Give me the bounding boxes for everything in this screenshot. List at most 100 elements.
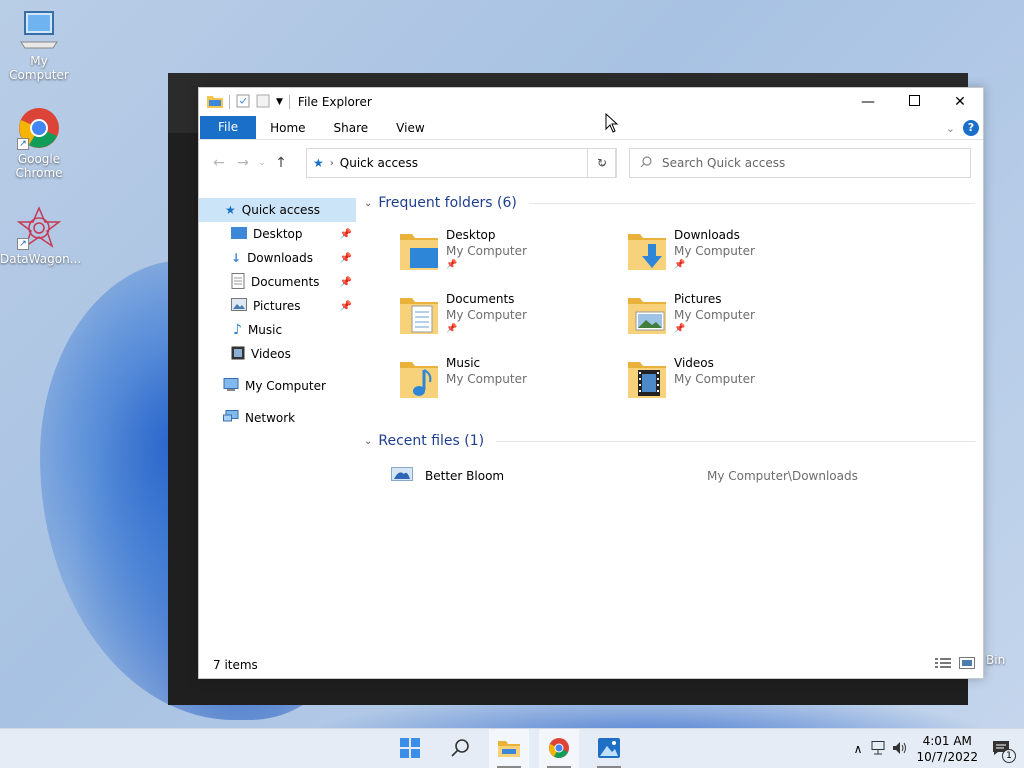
desktop-icon-label: DataWagon... [0,252,82,266]
downloads-folder-icon [626,228,668,272]
videos-folder-icon [626,356,668,400]
pin-icon: 📌 [339,276,352,288]
recent-locations-chevron-icon[interactable]: ⌄ [255,158,269,168]
collapse-chevron-icon[interactable]: ⌄ [364,198,372,209]
breadcrumb-location[interactable]: Quick access [340,156,418,170]
sidebar-item-quick-access[interactable]: ★ Quick access [199,198,356,222]
taskbar: ∧ 4:01 AM 10/7/2022 1 [0,728,1024,768]
notification-center-button[interactable]: 1 [992,740,1016,763]
maximize-button[interactable] [891,88,937,116]
taskbar-chrome[interactable] [539,729,579,768]
pictures-folder-icon [626,292,668,336]
desktop-icon [231,226,247,242]
address-bar[interactable]: ★ › Quick access ⌄ [306,148,616,178]
refresh-icon: ↻ [596,156,608,170]
refresh-button[interactable]: ↻ [587,148,617,178]
sidebar-item-music[interactable]: ♪ Music [199,318,356,342]
sidebar-item-videos[interactable]: Videos [199,342,356,366]
title-bar[interactable]: ▼ File Explorer — ✕ [199,88,983,116]
pin-icon: 📌 [674,260,686,270]
tab-home[interactable]: Home [256,117,319,139]
content-pane: ⌄ Frequent folders (6) Desktop My Compute… [364,192,975,485]
search-taskbar-button[interactable] [440,729,480,768]
minimize-button[interactable]: — [845,88,891,116]
back-arrow-icon[interactable]: ← [207,155,231,171]
shortcut-arrow-icon: ↗ [17,238,29,250]
recent-file-name: Better Bloom [425,468,505,483]
notification-count-badge: 1 [1002,748,1016,763]
properties-icon[interactable] [236,94,250,111]
recycle-bin-label[interactable]: Bin [986,653,1005,667]
network-status-icon[interactable] [870,740,886,758]
sidebar-item-label: Pictures [253,299,301,313]
recent-files-header[interactable]: ⌄ Recent files (1) [364,430,975,452]
pin-icon: 📌 [446,324,458,334]
folder-name: Videos [674,356,714,370]
large-icons-view-icon[interactable] [959,657,975,672]
quick-access-toolbar: ▼ [199,94,290,111]
desktop-icon-datawagon[interactable]: ↗ DataWagon... [0,206,82,266]
maximize-icon [908,94,920,110]
search-box[interactable]: Search Quick access [629,148,971,178]
sidebar-item-label: Desktop [253,227,303,241]
sidebar-item-my-computer[interactable]: My Computer [199,374,356,398]
folder-tile-pictures[interactable]: Pictures My Computer 📌 [626,292,854,342]
film-icon [231,346,245,363]
group-divider [528,202,975,204]
sidebar-item-documents[interactable]: Documents 📌 [199,270,356,294]
tab-view[interactable]: View [382,117,438,139]
show-hidden-icons-chevron-icon[interactable]: ∧ [854,742,863,756]
collapse-chevron-icon[interactable]: ⌄ [364,436,372,447]
folder-tile-videos[interactable]: Videos My Computer [626,356,854,406]
search-icon [451,738,469,760]
start-button[interactable] [390,729,430,768]
customize-toolbar-chevron-icon[interactable]: ▼ [276,97,283,107]
sidebar-item-pictures[interactable]: Pictures 📌 [199,294,356,318]
status-item-count: 7 items [213,658,258,672]
up-arrow-icon[interactable]: ↑ [269,155,293,171]
help-icon[interactable]: ? [963,120,979,136]
folder-tile-downloads[interactable]: Downloads My Computer 📌 [626,228,854,278]
frequent-folders-header[interactable]: ⌄ Frequent folders (6) [364,192,975,214]
sidebar-item-label: Network [245,411,296,425]
toolbar-separator [229,95,230,109]
list-item[interactable]: Better Bloom My Computer\Downloads [364,452,975,485]
folder-tile-documents[interactable]: Documents My Computer 📌 [398,292,626,342]
folder-tile-music[interactable]: Music My Computer [398,356,626,406]
pin-icon: 📌 [339,228,352,240]
pin-icon: 📌 [446,260,458,270]
sidebar-item-label: My Computer [245,379,326,393]
navigation-bar: ← → ⌄ ↑ ★ › Quick access ⌄ ↻ Search Quic… [199,140,983,186]
details-view-icon[interactable] [935,657,951,672]
folder-name: Documents [446,292,515,306]
desktop-icon-my-computer[interactable]: My Computer [0,8,78,82]
forward-arrow-icon[interactable]: → [231,155,255,171]
volume-icon[interactable] [892,741,908,758]
sidebar-item-downloads[interactable]: ↓ Downloads 📌 [199,246,356,270]
navigation-pane: ★ Quick access Desktop 📌 ↓ Downloads 📌 D… [199,198,356,430]
sidebar-item-network[interactable]: Network [199,406,356,430]
picture-icon [231,298,247,314]
taskbar-photos[interactable] [589,729,629,768]
folder-name: Pictures [674,292,722,306]
network-icon [223,409,239,427]
desktop-icon-chrome[interactable]: ↗ Google Chrome [0,106,78,180]
tab-share[interactable]: Share [320,117,383,139]
folder-tile-desktop[interactable]: Desktop My Computer 📌 [398,228,626,278]
tab-file[interactable]: File [200,116,257,139]
close-button[interactable]: ✕ [937,88,983,116]
search-input[interactable]: Search Quick access [662,156,785,170]
pin-icon: 📌 [674,324,686,334]
taskbar-file-explorer[interactable] [489,729,529,768]
expand-ribbon-chevron-icon[interactable]: ⌄ [946,122,955,135]
clock[interactable]: 4:01 AM 10/7/2022 [916,733,978,765]
computer-icon [223,377,239,395]
new-folder-icon[interactable] [256,94,270,111]
sidebar-item-label: Documents [251,275,320,289]
sidebar-item-label: Quick access [241,203,320,217]
folder-name: Downloads [674,228,740,242]
image-file-icon [391,466,413,485]
sidebar-item-desktop[interactable]: Desktop 📌 [199,222,356,246]
folder-location: My Computer [446,372,527,386]
computer-icon [17,8,61,52]
